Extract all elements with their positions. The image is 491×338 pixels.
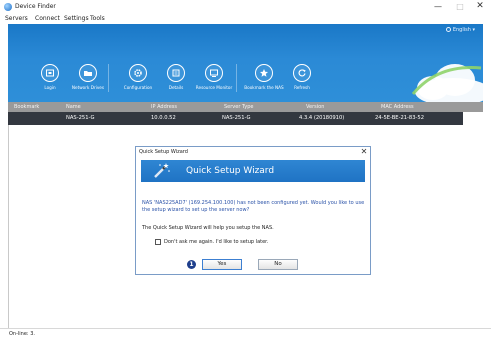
list-border (8, 125, 9, 328)
column-header-ip[interactable]: IP Address (151, 103, 177, 111)
column-header-version[interactable]: Version (306, 103, 324, 111)
details-button[interactable]: Details (158, 64, 194, 102)
refresh-icon (293, 64, 311, 82)
device-finder-window: Device Finder — □ ✕ Servers Connect Sett… (0, 0, 491, 338)
network-drives-label: Network Drives (71, 85, 105, 90)
language-label: English (452, 27, 471, 33)
cell-mac: 24-5E-BE-21-83-52 (375, 115, 424, 121)
toolbar-separator (236, 64, 237, 92)
dont-ask-checkbox[interactable] (155, 239, 161, 245)
status-text: On-line: 3. (9, 331, 35, 337)
login-icon (41, 64, 59, 82)
configuration-button[interactable]: Configuration (120, 64, 156, 102)
cell-version: 4.3.4 (20180910) (299, 115, 345, 121)
column-header-mac[interactable]: MAC Address (381, 103, 414, 111)
dialog-message: NAS 'NAS225AD7' (169.254.100.100) has no… (142, 200, 365, 213)
dialog-close-button[interactable]: ✕ (358, 147, 370, 157)
resource-monitor-label: Resource Monitor (195, 85, 233, 90)
status-bar: On-line: 3. (0, 328, 491, 338)
title-bar: Device Finder — □ ✕ (0, 0, 491, 13)
device-table-header: Bookmark Name IP Address Server Type Ver… (8, 102, 483, 112)
dialog-title: Quick Setup Wizard (139, 149, 188, 155)
folder-icon (79, 64, 97, 82)
column-header-bookmark[interactable]: Bookmark (14, 103, 39, 111)
network-drives-button[interactable]: Network Drives (70, 64, 106, 102)
details-icon (167, 64, 185, 82)
dont-ask-label[interactable]: Don't ask me again. I'd like to setup la… (164, 238, 268, 246)
cell-server-type: NAS-251-G (222, 115, 251, 121)
menu-bar: Servers Connect Settings Tools (0, 13, 491, 24)
app-icon (4, 3, 12, 11)
dialog-banner: Quick Setup Wizard (141, 160, 365, 182)
globe-icon (445, 27, 451, 32)
yes-button[interactable]: Yes (202, 259, 242, 270)
column-header-name[interactable]: Name (66, 103, 81, 111)
step-badge: 1 (187, 260, 196, 269)
refresh-label: Refresh (294, 85, 310, 90)
window-title: Device Finder (15, 3, 56, 10)
maximize-button[interactable]: □ (450, 1, 470, 12)
dialog-title-bar: Quick Setup Wizard ✕ (136, 147, 370, 157)
menu-servers[interactable]: Servers (5, 14, 28, 23)
resource-monitor-button[interactable]: Resource Monitor (196, 64, 232, 102)
column-header-server-type[interactable]: Server Type (224, 103, 253, 111)
toolbar-banner: English ▾ Login Network Drives Configura… (8, 24, 483, 102)
bookmark-nas-button[interactable]: Bookmark the NAS (244, 64, 284, 102)
close-button[interactable]: ✕ (470, 1, 490, 12)
minimize-button[interactable]: — (428, 1, 448, 12)
menu-settings[interactable]: Settings (64, 14, 89, 23)
star-icon (255, 64, 273, 82)
login-button[interactable]: Login (32, 64, 68, 102)
dialog-info: The Quick Setup Wizard will help you set… (142, 225, 274, 231)
table-row[interactable]: NAS-251-G 10.0.0.52 NAS-251-G 4.3.4 (201… (8, 112, 463, 125)
no-button[interactable]: No (258, 259, 298, 270)
cloud-illustration (393, 54, 483, 102)
cell-name: NAS-251-G (66, 115, 95, 121)
toolbar-separator (108, 64, 109, 92)
menu-connect[interactable]: Connect (35, 14, 60, 23)
language-selector[interactable]: English ▾ (445, 27, 475, 34)
quick-setup-dialog: Quick Setup Wizard ✕ Quick Setup Wizard … (135, 146, 371, 275)
magic-wand-icon (151, 162, 171, 180)
cell-ip: 10.0.0.52 (151, 115, 176, 121)
refresh-button[interactable]: Refresh (284, 64, 320, 102)
dialog-heading: Quick Setup Wizard (186, 166, 275, 176)
menu-tools[interactable]: Tools (90, 14, 105, 23)
monitor-icon (205, 64, 223, 82)
gear-icon (129, 64, 147, 82)
